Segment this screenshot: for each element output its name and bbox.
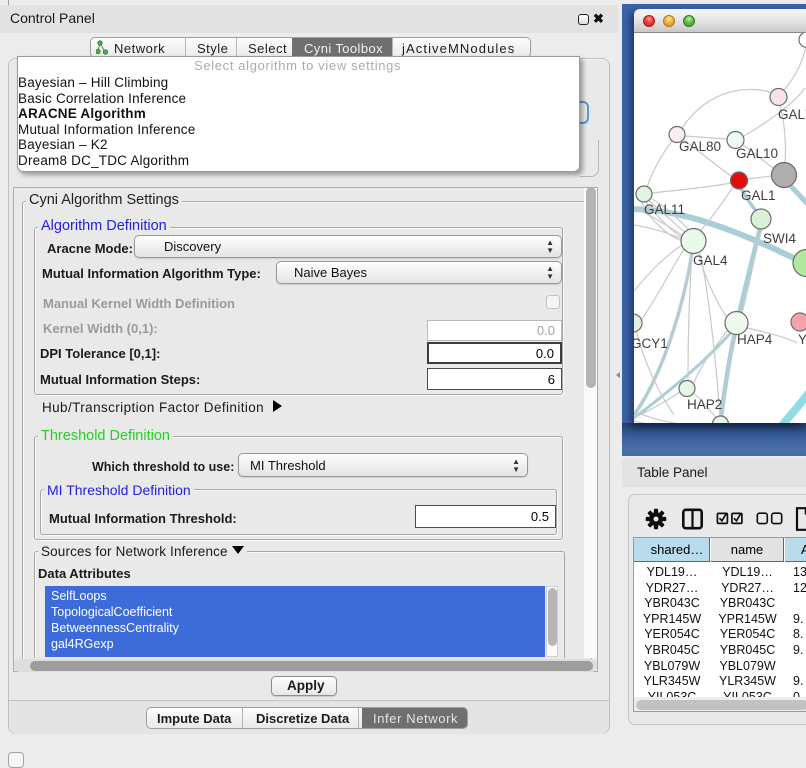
svg-text:YJ: YJ xyxy=(798,332,806,347)
svg-text:GAL11: GAL11 xyxy=(644,202,685,217)
svg-text:GAL4: GAL4 xyxy=(693,253,728,268)
svg-text:GAL80: GAL80 xyxy=(679,139,721,154)
svg-text:GAL1: GAL1 xyxy=(741,188,776,203)
svg-text:GAL10: GAL10 xyxy=(736,146,778,161)
svg-text:GCY1: GCY1 xyxy=(634,336,668,351)
svg-text:HAP2: HAP2 xyxy=(687,397,722,412)
svg-text:HAP4: HAP4 xyxy=(737,332,773,347)
svg-text:GAL7: GAL7 xyxy=(778,107,806,122)
svg-text:SWI4: SWI4 xyxy=(763,231,796,246)
